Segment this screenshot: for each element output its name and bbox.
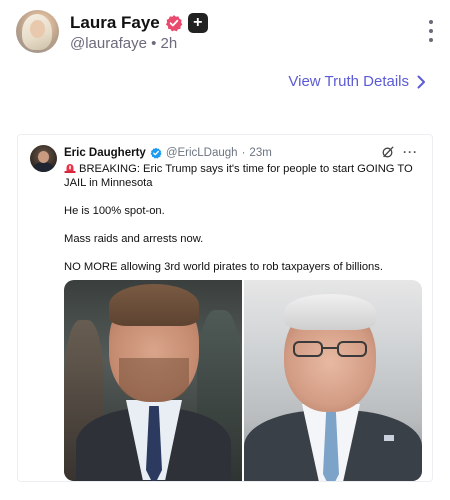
post-time[interactable]: 2h bbox=[161, 35, 178, 52]
verified-icon bbox=[165, 15, 183, 32]
quoted-media[interactable] bbox=[64, 280, 422, 481]
siren-icon bbox=[64, 164, 76, 173]
quoted-author-avatar[interactable] bbox=[30, 145, 57, 172]
avatar-suit bbox=[33, 162, 54, 172]
avatar-face bbox=[30, 20, 45, 38]
quoted-paragraph: BREAKING: Eric Trump says it's time for … bbox=[64, 162, 422, 190]
meta-separator: • bbox=[151, 35, 157, 52]
quoted-meta-separator: · bbox=[241, 147, 246, 159]
dot bbox=[429, 29, 433, 33]
photo-left[interactable] bbox=[64, 280, 242, 481]
grok-icon[interactable] bbox=[382, 146, 394, 158]
quoted-author-name[interactable]: Eric Daugherty bbox=[64, 147, 146, 159]
quoted-actions: ··· bbox=[382, 145, 418, 159]
quoted-paragraph: NO MORE allowing 3rd world pirates to ro… bbox=[64, 261, 383, 273]
chevron-right-icon bbox=[417, 75, 425, 88]
view-truth-details-label: View Truth Details bbox=[288, 73, 409, 90]
avatar-face bbox=[38, 151, 49, 163]
lapel-pin bbox=[384, 435, 394, 441]
author-meta: @laurafaye • 2h bbox=[70, 35, 177, 52]
quoted-paragraph: Mass raids and arrests now. bbox=[64, 233, 204, 245]
quoted-post-time[interactable]: 23m bbox=[249, 147, 271, 159]
beard bbox=[119, 358, 189, 402]
author-name[interactable]: Laura Faye bbox=[70, 13, 160, 33]
quoted-author-handle[interactable]: @EricLDaugh bbox=[166, 147, 238, 159]
dot bbox=[429, 20, 433, 24]
author-name-row: Laura Faye + bbox=[70, 12, 208, 34]
glasses bbox=[293, 341, 367, 357]
author-avatar[interactable] bbox=[16, 10, 59, 53]
more-horizontal-icon[interactable]: ··· bbox=[403, 145, 418, 159]
quoted-post-body: BREAKING: Eric Trump says it's time for … bbox=[64, 162, 422, 288]
photo-right[interactable] bbox=[244, 280, 422, 481]
author-handle[interactable]: @laurafaye bbox=[70, 35, 147, 52]
quoted-header: Eric Daugherty @EricLDaugh · 23m bbox=[64, 147, 272, 159]
post-header: Laura Faye + @laurafaye • 2h bbox=[16, 10, 436, 54]
quoted-post-card[interactable]: Eric Daugherty @EricLDaugh · 23m ··· BRE… bbox=[17, 134, 433, 482]
verified-icon bbox=[150, 147, 162, 159]
dot bbox=[429, 38, 433, 42]
hair bbox=[284, 294, 376, 330]
plus-badge-icon: + bbox=[187, 13, 208, 33]
hair bbox=[109, 284, 199, 326]
quoted-paragraph: He is 100% spot-on. bbox=[64, 205, 165, 217]
more-vert-icon[interactable] bbox=[426, 20, 436, 42]
view-truth-details-link[interactable]: View Truth Details bbox=[288, 73, 426, 90]
quoted-paragraph-text: BREAKING: Eric Trump says it's time for … bbox=[64, 163, 413, 189]
